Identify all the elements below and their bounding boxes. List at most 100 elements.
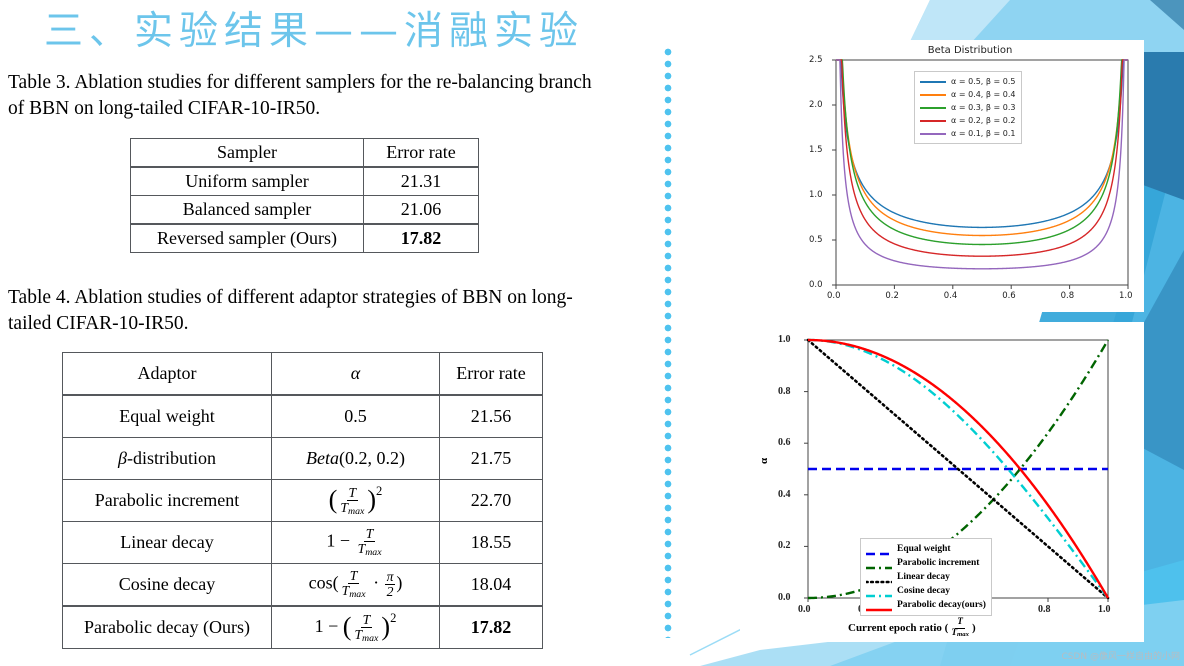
table3-r2-error: 17.82 [363,223,479,253]
axis-tick-label: 1.0 [1119,291,1133,301]
table3-r1-error: 21.06 [363,195,479,225]
table3-r0-error: 21.31 [363,166,479,196]
table4-caption: Table 4. Ablation studies of different a… [8,287,573,334]
beta-distribution-chart: Beta Distribution α = 0.5, β = 0.5 α = 0.… [796,40,1144,312]
axis-tick-label: 0.6 [778,437,791,449]
legend-item: Parabolic decay(ours) [866,598,986,612]
beta-chart-legend: α = 0.5, β = 0.5 α = 0.4, β = 0.4 α = 0.3,… [914,71,1022,144]
axis-tick-label: 0.8 [1060,291,1075,301]
axis-tick-label: 2.5 [809,55,823,65]
axis-tick-label: 1.5 [809,145,823,155]
legend-label: α = 0.3, β = 0.3 [951,103,1016,112]
table4-r3-alpha: 1 − T Tmax [271,521,440,564]
adaptor-chart-legend: Equal weight Parabolic increment Linear de… [860,538,992,616]
axis-tick-label: 0.0 [778,592,791,603]
page-title: 三、实验结果——消融实验 [44,9,585,54]
legend-label: α = 0.5, β = 0.5 [951,77,1016,86]
table4-r4-error: 18.04 [439,563,543,607]
axis-tick-label: 0.0 [827,291,841,301]
table3-r0-sampler: Uniform sampler [130,166,364,196]
table4-r2-alpha: (T Tmax)2 [271,479,440,522]
table4-r3-error: 18.55 [439,521,543,564]
axis-tick-label: 2.0 [809,100,823,110]
legend-label: α = 0.2, β = 0.2 [951,116,1016,125]
legend-item: α = 0.2, β = 0.2 [920,114,1016,127]
legend-swatch [920,80,946,83]
legend-swatch [920,119,946,122]
table4-r4-alpha: cos(T Tmax · π 2) [271,563,440,607]
adaptor-chart-ylabel: α [758,457,770,464]
table4-r1-adaptor: β-distribution [62,437,272,480]
legend-swatch [920,132,946,135]
axis-tick-label: 0.2 [778,540,791,552]
table3-header-sampler: Sampler [130,138,364,168]
legend-swatch [866,587,892,598]
table4-r2-adaptor: Parabolic increment [62,479,272,522]
table-row: Equal weight 0.5 21.56 [62,394,543,438]
table4-r5-alpha: 1 − (T Tmax)2 [271,605,440,649]
legend-item: α = 0.3, β = 0.3 [920,101,1016,114]
table3-caption: Table 3. Ablation studies for different … [8,72,592,119]
legend-label: Linear decay [897,572,950,582]
adaptor-strategies-chart: α Current epoch ratio (T Tmax) Equal weig… [740,322,1144,642]
legend-label: α = 0.1, β = 0.1 [951,129,1016,138]
legend-item: α = 0.4, β = 0.4 [920,88,1016,101]
table4-header-error-rate: Error rate [439,352,543,396]
table-row: Balanced sampler 21.06 [130,195,479,225]
legend-item: α = 0.1, β = 0.1 [920,127,1016,140]
table-row: Uniform sampler 21.31 [130,166,479,196]
axis-tick-label: 0.5 [809,235,823,245]
beta-distribution-panel: Beta Distribution α = 0.5, β = 0.5 α = 0.… [796,40,1144,312]
axis-tick-label: 1.0 [778,334,791,345]
table4-r3-adaptor: Linear decay [62,521,272,564]
table3-header-error-rate: Error rate [363,138,479,168]
legend-item: Equal weight [866,542,986,556]
left-content-column: 三、实验结果——消融实验 Table 3. Ablation studies f… [0,0,660,666]
legend-label: Equal weight [897,544,951,554]
table-row: Cosine decay cos(T Tmax · π 2) 18.04 [62,563,543,607]
table-header-row: Sampler Error rate [130,138,479,168]
legend-swatch [866,559,892,570]
table-row: Parabolic increment (T Tmax)2 22.70 [62,479,543,522]
axis-tick-label: 1.0 [809,190,823,200]
legend-item: α = 0.5, β = 0.5 [920,75,1016,88]
axis-tick-label: 1.0 [1098,604,1111,615]
table4: Adaptor α Error rate Equal weight 0.5 21… [62,352,543,649]
axis-tick-label: 0.2 [885,291,899,301]
table-row: Reversed sampler (Ours) 17.82 [130,223,479,253]
legend-swatch [866,601,892,612]
table4-r1-error: 21.75 [439,437,543,480]
adaptor-chart-xlabel: Current epoch ratio (T Tmax) [848,617,976,638]
table4-r1-alpha: Beta(0.2, 0.2) [271,437,440,480]
axis-tick-label: 0.6 [1002,291,1016,301]
table4-header-adaptor: Adaptor [62,352,272,396]
adaptor-strategies-panel: α Current epoch ratio (T Tmax) Equal weig… [740,322,1144,642]
legend-item: Linear decay [864,570,986,584]
legend-label: Parabolic increment [897,558,980,568]
legend-label: Parabolic decay(ours) [897,600,986,610]
dotted-divider [664,48,673,638]
beta-chart-title: Beta Distribution [927,45,1013,56]
legend-swatch [866,545,892,556]
axis-tick-label: 0.0 [809,280,823,290]
table3: Sampler Error rate Uniform sampler 21.31… [130,138,479,253]
legend-label: Cosine decay [897,586,951,596]
legend-swatch [864,573,894,584]
table4-r4-adaptor: Cosine decay [62,563,272,607]
axis-tick-label: 0.8 [778,385,791,397]
axis-tick-label: 0.8 [1038,604,1051,615]
table4-r5-adaptor: Parabolic decay (Ours) [62,605,272,649]
table4-r0-adaptor: Equal weight [62,394,272,438]
legend-swatch [920,106,946,109]
csdn-watermark: CSDN @像风一样自由的小网 [1061,652,1180,662]
table3-r2-sampler: Reversed sampler (Ours) [130,223,364,253]
axis-tick-label: 0.0 [798,604,811,615]
legend-item: Cosine decay [866,584,986,598]
table-header-row: Adaptor α Error rate [62,352,543,396]
table4-r5-error: 17.82 [439,605,543,649]
table-row: β-distribution Beta(0.2, 0.2) 21.75 [62,437,543,480]
legend-swatch [920,93,946,96]
legend-item: Parabolic increment [866,556,986,570]
axis-tick-label: 0.4 [778,488,791,500]
table4-header-alpha: α [271,352,440,396]
